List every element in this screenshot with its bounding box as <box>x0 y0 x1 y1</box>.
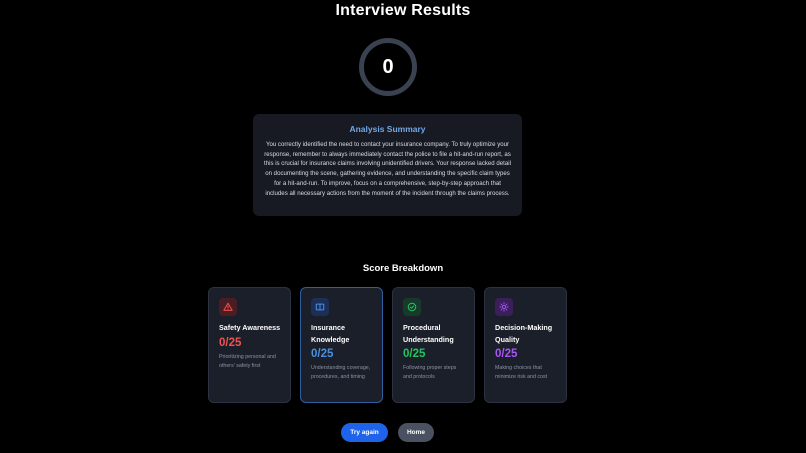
warning-triangle-icon <box>219 298 237 316</box>
book-icon <box>311 298 329 316</box>
interview-results-page: Interview Results 0 Analysis Summary You… <box>0 0 806 453</box>
score-ring: 0 <box>359 38 417 96</box>
analysis-summary-panel: Analysis Summary You correctly identifie… <box>253 114 522 216</box>
card-insurance-knowledge: Insurance Knowledge 0/25 Understanding c… <box>300 287 383 403</box>
score-breakdown-heading: Score Breakdown <box>362 263 444 274</box>
lightbulb-icon <box>495 298 513 316</box>
card-description: Making choices that minimize risk and co… <box>495 365 548 380</box>
card-title: Procedural Understanding <box>403 323 454 344</box>
home-button[interactable]: Home <box>398 423 434 442</box>
card-description: Prioritizing personal and others' safety… <box>219 353 276 369</box>
total-score: 0 <box>382 55 394 78</box>
check-circle-icon <box>403 298 421 316</box>
card-decision-making-quality: Decision-Making Quality 0/25 Making choi… <box>484 287 567 403</box>
card-description: Following proper steps and protocols <box>403 365 457 380</box>
card-description: Understanding coverage, procedures, and … <box>311 365 371 380</box>
card-title: Safety Awareness <box>219 323 281 332</box>
page-title: Interview Results <box>335 2 471 19</box>
analysis-summary-heading: Analysis Summary <box>349 124 426 134</box>
card-procedural-understanding: Procedural Understanding 0/25 Following … <box>392 287 475 403</box>
card-safety-awareness: Safety Awareness 0/25 Prioritizing perso… <box>208 287 291 403</box>
try-again-button[interactable]: Try again <box>341 423 388 442</box>
analysis-summary-text: You correctly identified the need to con… <box>264 141 511 197</box>
card-title: Decision-Making Quality <box>495 323 553 344</box>
card-title: Insurance Knowledge <box>311 323 350 344</box>
card-score: 0/25 <box>495 348 518 360</box>
card-score: 0/25 <box>403 348 426 360</box>
card-score: 0/25 <box>219 336 242 349</box>
card-score: 0/25 <box>311 348 334 360</box>
